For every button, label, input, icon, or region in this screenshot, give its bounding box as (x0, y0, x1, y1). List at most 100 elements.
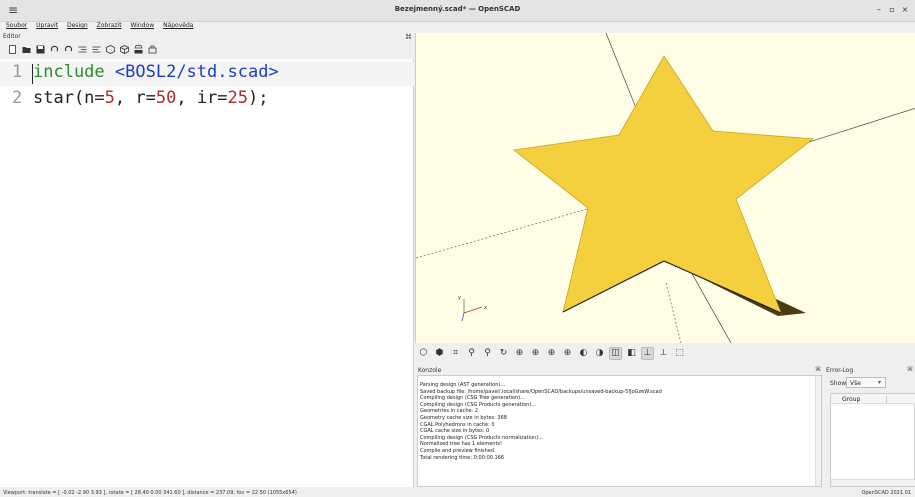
code-editor[interactable]: 1 include <BOSL2/std.scad> 2 star(n=5, r… (0, 59, 414, 487)
errorlog-undock-icon[interactable]: ⌘ (907, 366, 913, 373)
menu-soubor[interactable]: Soubor (6, 22, 27, 29)
send-to-print-icon[interactable] (148, 45, 157, 54)
axis-y-label: y (458, 295, 461, 301)
menu-bar: Soubor Upravit Design Zobrazit Window Ná… (0, 22, 915, 33)
reset-view-icon[interactable]: ↻ (497, 347, 510, 360)
show-axes-icon[interactable]: ⊥ (641, 346, 654, 360)
code-keyword: include (33, 62, 105, 82)
axis-gizmo: y x (458, 295, 487, 322)
console-undock-icon[interactable]: ⌘ (815, 366, 821, 373)
menu-window[interactable]: Window (130, 22, 154, 29)
console-line: Geometries in cache: 2 (420, 408, 479, 415)
zoom-out-icon[interactable]: ⚲ (481, 347, 494, 360)
errorlog-title: Error-Log (826, 367, 854, 374)
menu-design[interactable]: Design (67, 22, 88, 29)
indent-icon[interactable] (78, 45, 87, 54)
menu-upravit[interactable]: Upravit (36, 22, 58, 29)
3d-viewport[interactable]: y x (415, 33, 915, 343)
minimize-button[interactable]: – (873, 5, 885, 14)
code-number: 25 (227, 88, 249, 108)
line-number: 2 (12, 88, 23, 108)
export-stl-icon[interactable] (134, 44, 143, 54)
code-include-path: <BOSL2/std.scad> (114, 62, 279, 82)
save-file-icon[interactable] (36, 45, 45, 54)
editor-undock-icon[interactable]: ⌘ (405, 33, 412, 41)
status-bar: Viewport: translate = [ -0.02 -2.90 3.93… (0, 488, 915, 497)
code-text: star(n=5, r=50, ir=25); (33, 88, 269, 108)
preview-icon[interactable]: ⬡ (417, 347, 430, 360)
code-number: 5 (104, 88, 115, 108)
perspective-icon[interactable]: ◫ (609, 346, 622, 360)
code-line[interactable]: 1 include <BOSL2/std.scad> (0, 62, 414, 86)
view-right-icon[interactable]: ⊕ (513, 347, 526, 360)
console-line: Saved backup file: /home/pavel/.local/sh… (420, 388, 662, 395)
console-line: CGAL Polyhedrons in cache: 0 (420, 421, 495, 428)
star-object (513, 55, 815, 314)
console-output[interactable]: Parsing design (AST generation)... Saved… (417, 375, 822, 487)
console-line: CGAL cache size in bytes: 0 (420, 428, 490, 435)
console-line: Parsing design (AST generation)... (420, 382, 506, 388)
group-column-header[interactable]: Group (842, 396, 860, 403)
open-file-icon[interactable] (22, 45, 31, 54)
redo-icon[interactable] (64, 45, 73, 54)
axis-line-z-neg (665, 282, 682, 343)
console-line: Compiling design (CSG Products normaliza… (420, 434, 544, 441)
axis-x-label: x (484, 305, 487, 311)
viewport-toolbar: ⬡ ⬢ ⌗ ⚲ ⚲ ↻ ⊕ ⊕ ⊕ ⊕ ◐ ◑ ◫ ◧ ⊥ ⟂ ⬚ (417, 344, 686, 362)
viewport-canvas: y x (416, 33, 915, 343)
chevron-down-icon: ▾ (877, 379, 881, 386)
title-bar: ≡ Bezejmenný.scad* — OpenSCAD – ▫ × (0, 0, 915, 22)
code-number: 50 (155, 88, 177, 108)
show-scale-icon[interactable]: ⟂ (657, 347, 670, 360)
console-title: Konzole (418, 367, 442, 374)
errorlog-table-header: Group (831, 394, 915, 404)
code-end: ); (248, 88, 269, 108)
render-icon[interactable] (120, 44, 129, 54)
line-number: 1 (12, 62, 23, 82)
console-line: Geometry cache size in bytes: 368 (420, 414, 507, 421)
view-back-icon[interactable]: ◑ (593, 347, 606, 360)
code-text: include <BOSL2/std.scad> (33, 62, 279, 82)
errorlog-table[interactable]: Group (830, 393, 915, 487)
view-left-icon[interactable]: ⊕ (561, 347, 574, 360)
errorlog-hscrollbar[interactable] (831, 479, 915, 486)
menu-napoveda[interactable]: Nápověda (163, 22, 193, 29)
console-line: Compiling design (CSG Products generatio… (420, 401, 537, 408)
zoom-in-icon[interactable]: ⚲ (465, 347, 478, 360)
orthogonal-icon[interactable]: ◧ (625, 347, 638, 360)
editor-toolbar (8, 42, 157, 56)
view-front-icon[interactable]: ◐ (577, 347, 590, 360)
column-divider (886, 395, 887, 403)
console-line: Compile and preview finished. (420, 447, 496, 454)
view-bottom-icon[interactable]: ⊕ (545, 347, 558, 360)
viewport-status: Viewport: translate = [ -0.02 -2.90 3.93… (3, 490, 297, 496)
new-file-icon[interactable] (8, 44, 17, 54)
close-button[interactable]: × (899, 5, 911, 14)
show-filter-select[interactable]: Vše ▾ (846, 377, 886, 388)
menu-zobrazit[interactable]: Zobrazit (97, 22, 122, 29)
show-filter-value: Vše (850, 380, 861, 387)
version-label: OpenSCAD 2021.01 (861, 490, 911, 496)
unindent-icon[interactable] (92, 45, 101, 54)
window-title: Bezejmenný.scad* — OpenSCAD (394, 5, 521, 13)
code-sep: , r= (114, 88, 156, 108)
show-filter-label: Show (830, 380, 847, 387)
code-fn: star(n= (33, 88, 105, 108)
show-edges-icon[interactable]: ⬚ (673, 347, 686, 360)
console-scrollbar[interactable] (815, 376, 821, 486)
render-icon[interactable]: ⬢ (433, 347, 446, 360)
code-sep: , ir= (176, 88, 228, 108)
axis-line-x-neg (416, 207, 592, 259)
axis-line-x (805, 108, 915, 144)
console-line: Normalized tree has 1 elements! (420, 441, 503, 448)
preview-icon[interactable] (106, 44, 115, 54)
view-top-icon[interactable]: ⊕ (529, 347, 542, 360)
editor-panel-title: Editor (3, 33, 21, 40)
console-line: Compiling design (CSG Tree generation)..… (420, 395, 525, 402)
code-line[interactable]: 2 star(n=5, r=50, ir=25); (0, 88, 414, 112)
maximize-button[interactable]: ▫ (886, 5, 898, 14)
view-all-icon[interactable]: ⌗ (449, 347, 462, 360)
undo-icon[interactable] (50, 45, 59, 54)
console-line: Total rendering time: 0:00:00.166 (420, 454, 505, 461)
